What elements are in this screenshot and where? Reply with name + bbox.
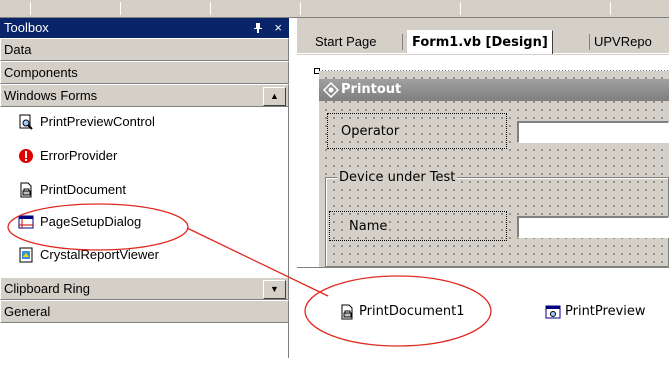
toolbox-tab-clipboard-ring[interactable]: Clipboard Ring ▼ <box>0 277 289 300</box>
toolbar-separator <box>120 2 121 15</box>
tab-label: Data <box>4 42 32 57</box>
close-icon[interactable]: × <box>274 18 282 38</box>
item-label: PrintDocument <box>40 182 126 197</box>
print-document-icon <box>339 304 355 320</box>
top-toolbar <box>0 0 669 18</box>
component-tray: PrintDocument1 PrintPreview <box>297 267 669 365</box>
app-icon <box>322 81 340 99</box>
name-label[interactable]: Name <box>347 218 390 236</box>
toolbox-tab-data[interactable]: Data <box>0 38 289 61</box>
tray-item-label: PrintPreview <box>565 304 646 319</box>
tab-start-page[interactable]: Start Page <box>315 30 376 54</box>
tray-item-label: PrintDocument1 <box>359 304 465 319</box>
page-setup-icon <box>18 214 34 230</box>
crystal-report-icon <box>18 247 34 263</box>
tab-separator <box>402 34 403 50</box>
chevron-up-icon: ▲ <box>270 91 279 101</box>
toolbar-separator <box>210 2 211 15</box>
toolbar-separator <box>300 2 301 15</box>
item-label: PrintPreviewControl <box>40 114 155 129</box>
tab-label: General <box>4 304 51 319</box>
toolbox-title-bar: Toolbox × <box>0 18 289 38</box>
scroll-up-button[interactable]: ▲ <box>263 87 286 106</box>
operator-textbox[interactable] <box>517 121 669 143</box>
tab-label: Components <box>4 65 78 80</box>
name-textbox[interactable] <box>517 216 669 238</box>
toolbox-tab-windows-forms[interactable]: Windows Forms ▲ <box>0 84 289 107</box>
document-tabs: Start Page Form1.vb [Design] UPVRepo <box>297 18 669 54</box>
chevron-down-icon: ▼ <box>270 284 279 294</box>
form-title-bar: Printout <box>319 79 669 101</box>
toolbar-separator <box>460 2 461 15</box>
toolbox-panel: Toolbox × Data Components Windows Forms … <box>0 18 289 358</box>
print-preview-icon <box>545 304 561 320</box>
tab-label: Clipboard Ring <box>4 281 90 296</box>
print-preview-icon <box>18 114 34 130</box>
pin-icon[interactable] <box>253 18 263 40</box>
tab-form1-design[interactable]: Form1.vb [Design] <box>407 30 553 54</box>
print-document-icon <box>18 182 34 198</box>
tab-label: Windows Forms <box>4 88 98 103</box>
form1[interactable]: Printout Operator Device under Test Name <box>319 71 669 267</box>
toolbar-separator <box>610 2 611 15</box>
item-label: ErrorProvider <box>40 148 118 163</box>
designer-area: Start Page Form1.vb [Design] UPVRepo Pri… <box>297 18 669 365</box>
item-label: PageSetupDialog <box>40 214 142 229</box>
error-icon <box>18 148 34 164</box>
form-design-surface: Printout Operator Device under Test Name <box>297 55 669 267</box>
item-label: CrystalReportViewer <box>40 247 159 262</box>
tab-upvrepo[interactable]: UPVRepo <box>594 30 652 54</box>
toolbox-tab-general[interactable]: General <box>0 300 289 323</box>
operator-label[interactable]: Operator <box>339 123 402 141</box>
tab-separator <box>589 34 590 50</box>
toolbox-title: Toolbox <box>4 20 49 35</box>
scroll-down-button[interactable]: ▼ <box>263 280 286 299</box>
group-label: Device under Test <box>337 169 458 187</box>
toolbar-separator <box>30 2 31 15</box>
form-title: Printout <box>341 82 402 97</box>
toolbox-tab-components[interactable]: Components <box>0 61 289 84</box>
